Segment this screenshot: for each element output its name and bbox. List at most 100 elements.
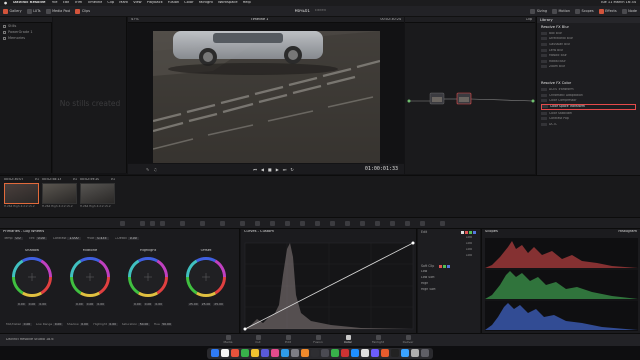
soft-clip-swatches[interactable] [439,264,451,268]
dock-app-icon[interactable] [261,349,269,357]
palette-tool-icon[interactable] [180,221,185,226]
library-item[interactable]: Color Stabilizer [541,111,636,116]
library-item[interactable]: Directional Blur [541,37,636,42]
palette-tool-icon[interactable] [150,221,155,226]
menu-item[interactable]: Edit [63,1,70,5]
palette-tool-icon[interactable] [330,221,335,226]
wheel-value[interactable]: 0.00 [85,303,95,306]
curve-intensity-value[interactable]: 100 [466,248,472,251]
param-value[interactable]: 0.00 [35,236,47,240]
color-wheel-offset[interactable]: Offset 25.00 25.00 25.00 [180,249,232,306]
color-wheel-highlight[interactable]: Highlight 0.00 0.00 0.00 [122,249,174,306]
wheel-value[interactable]: 0.00 [74,303,84,306]
library-item[interactable]: Color Space Transform [541,103,636,110]
dock-app-icon[interactable] [421,349,429,357]
param-value[interactable]: 0.435 [95,236,109,240]
clip-thumbnail[interactable]: 00:02:30:07 V1 H.264 High 4:2:2 L5.2 [4,178,39,208]
effects-button[interactable]: Effects [598,8,617,14]
palette-tool-icon[interactable] [390,221,395,226]
menu-item[interactable]: Trim [74,1,82,5]
curve-intensity-value[interactable]: 100 [466,242,472,245]
zoom-level[interactable]: 47% [131,18,139,21]
primary-param[interactable]: Saturation 50.00 [122,323,150,326]
param-value[interactable]: 0.0 [13,236,23,240]
color-wheel-midtone[interactable]: Midtone 0.00 0.00 0.00 [64,249,116,306]
param-value[interactable]: 50.00 [160,323,173,326]
wheel-value[interactable]: 25.00 [188,303,199,306]
palette-tool-icon[interactable] [440,221,445,226]
wheel-value[interactable]: 0.00 [154,303,164,306]
primary-param[interactable]: Shadow 0.00 [67,323,90,326]
menu-item[interactable]: Workspace [218,1,238,5]
menu-item[interactable]: Clip [107,1,114,5]
primary-param[interactable]: L.Detail 0.00 [115,236,139,240]
dock-app-icon[interactable] [361,349,369,357]
dock-app-icon[interactable] [291,349,299,357]
dock-app-icon[interactable] [411,349,419,357]
library-section-color[interactable]: Resolve FX Color [537,79,640,86]
library-item[interactable]: Box Blur [541,31,636,36]
primary-param[interactable]: Pivot 0.435 [87,236,109,240]
wheel-graphic[interactable] [183,254,229,300]
palette-tool-icon[interactable] [360,221,365,226]
param-value[interactable]: 0.00 [127,236,139,240]
audio-icon[interactable]: ♫ [153,167,157,172]
param-value[interactable]: 0.00 [53,323,63,326]
timeline-name[interactable]: Timeline 1 [251,18,269,21]
param-value[interactable]: 0.00 [79,323,90,326]
wheel-value[interactable]: 0.00 [132,303,142,306]
go-to-end-icon[interactable]: ⏭ [283,167,287,172]
dock-app-icon[interactable] [251,349,259,357]
curve-intensity-value[interactable]: 100 [466,254,472,257]
palette-tool-icon[interactable] [345,221,350,226]
page-tab-cut[interactable]: Cut [248,335,268,344]
library-section-blur[interactable]: Resolve FX Blur [537,23,640,30]
clip-thumbnail[interactable]: 00:02:59:20 V1 H.264 High 4:2:2 L5.2 [80,178,115,208]
dock-app-icon[interactable] [211,349,219,357]
dock-app-icon[interactable] [231,349,239,357]
curve-graph[interactable] [241,235,417,333]
palette-tool-icon[interactable] [420,221,425,226]
param-value[interactable]: 1.000 [67,236,81,240]
menu-item[interactable]: Playback [147,1,163,5]
palette-tool-icon[interactable] [220,221,225,226]
library-item[interactable]: Gaussian Blur [541,42,636,47]
primary-param[interactable]: Temp 0.0 [4,236,23,240]
palette-tool-icon[interactable] [270,221,275,226]
motion-button[interactable]: Motion [552,8,570,14]
dock-app-icon[interactable] [391,349,399,357]
dock-app-icon[interactable] [331,349,339,357]
palette-tool-icon[interactable] [200,221,205,226]
page-tab-fusion[interactable]: Fusion [308,335,328,344]
sizing-button[interactable]: Sizing [530,8,547,14]
clip-thumbnail[interactable]: 00:02:58:13 V1 H.264 High 4:2:2 L5.2 [42,178,77,208]
pen-icon[interactable]: ✎ [146,167,149,172]
palette-tool-icon[interactable] [255,221,260,226]
page-tab-media[interactable]: Media [218,335,238,344]
node-editor[interactable] [405,23,535,174]
primary-param[interactable]: Highlight 0.00 [93,323,118,326]
clip-mode[interactable]: Clip [526,18,532,21]
album-memories[interactable]: Memories [0,35,51,41]
wheel-value[interactable]: 0.00 [27,303,37,306]
stop-icon[interactable]: ■ [268,167,272,172]
palette-tool-icon[interactable] [315,221,320,226]
library-item[interactable]: Contrast Pop [541,117,636,122]
channel-buttons[interactable] [461,230,480,234]
library-item[interactable]: Radial Blur [541,59,636,64]
dock-app-icon[interactable] [351,349,359,357]
library-item[interactable]: Chromatic Adaptation [541,93,636,98]
dock-app-icon[interactable] [381,349,389,357]
page-tab-deliver[interactable]: Deliver [398,335,418,344]
menu-item[interactable]: Help [243,1,251,5]
palette-tool-icon[interactable] [160,221,165,226]
wheel-value[interactable]: 0.00 [96,303,106,306]
menu-item[interactable]: Fusion [168,1,180,5]
param-value[interactable]: 50.00 [138,323,150,326]
dock-app-icon[interactable] [221,349,229,357]
scope-mode[interactable]: Histogram [618,230,637,234]
media-pool-button[interactable]: Media Pool [45,8,70,14]
apple-icon[interactable]: ● [4,1,7,5]
wheel-value[interactable]: 0.00 [143,303,153,306]
dock-app-icon[interactable] [321,349,329,357]
